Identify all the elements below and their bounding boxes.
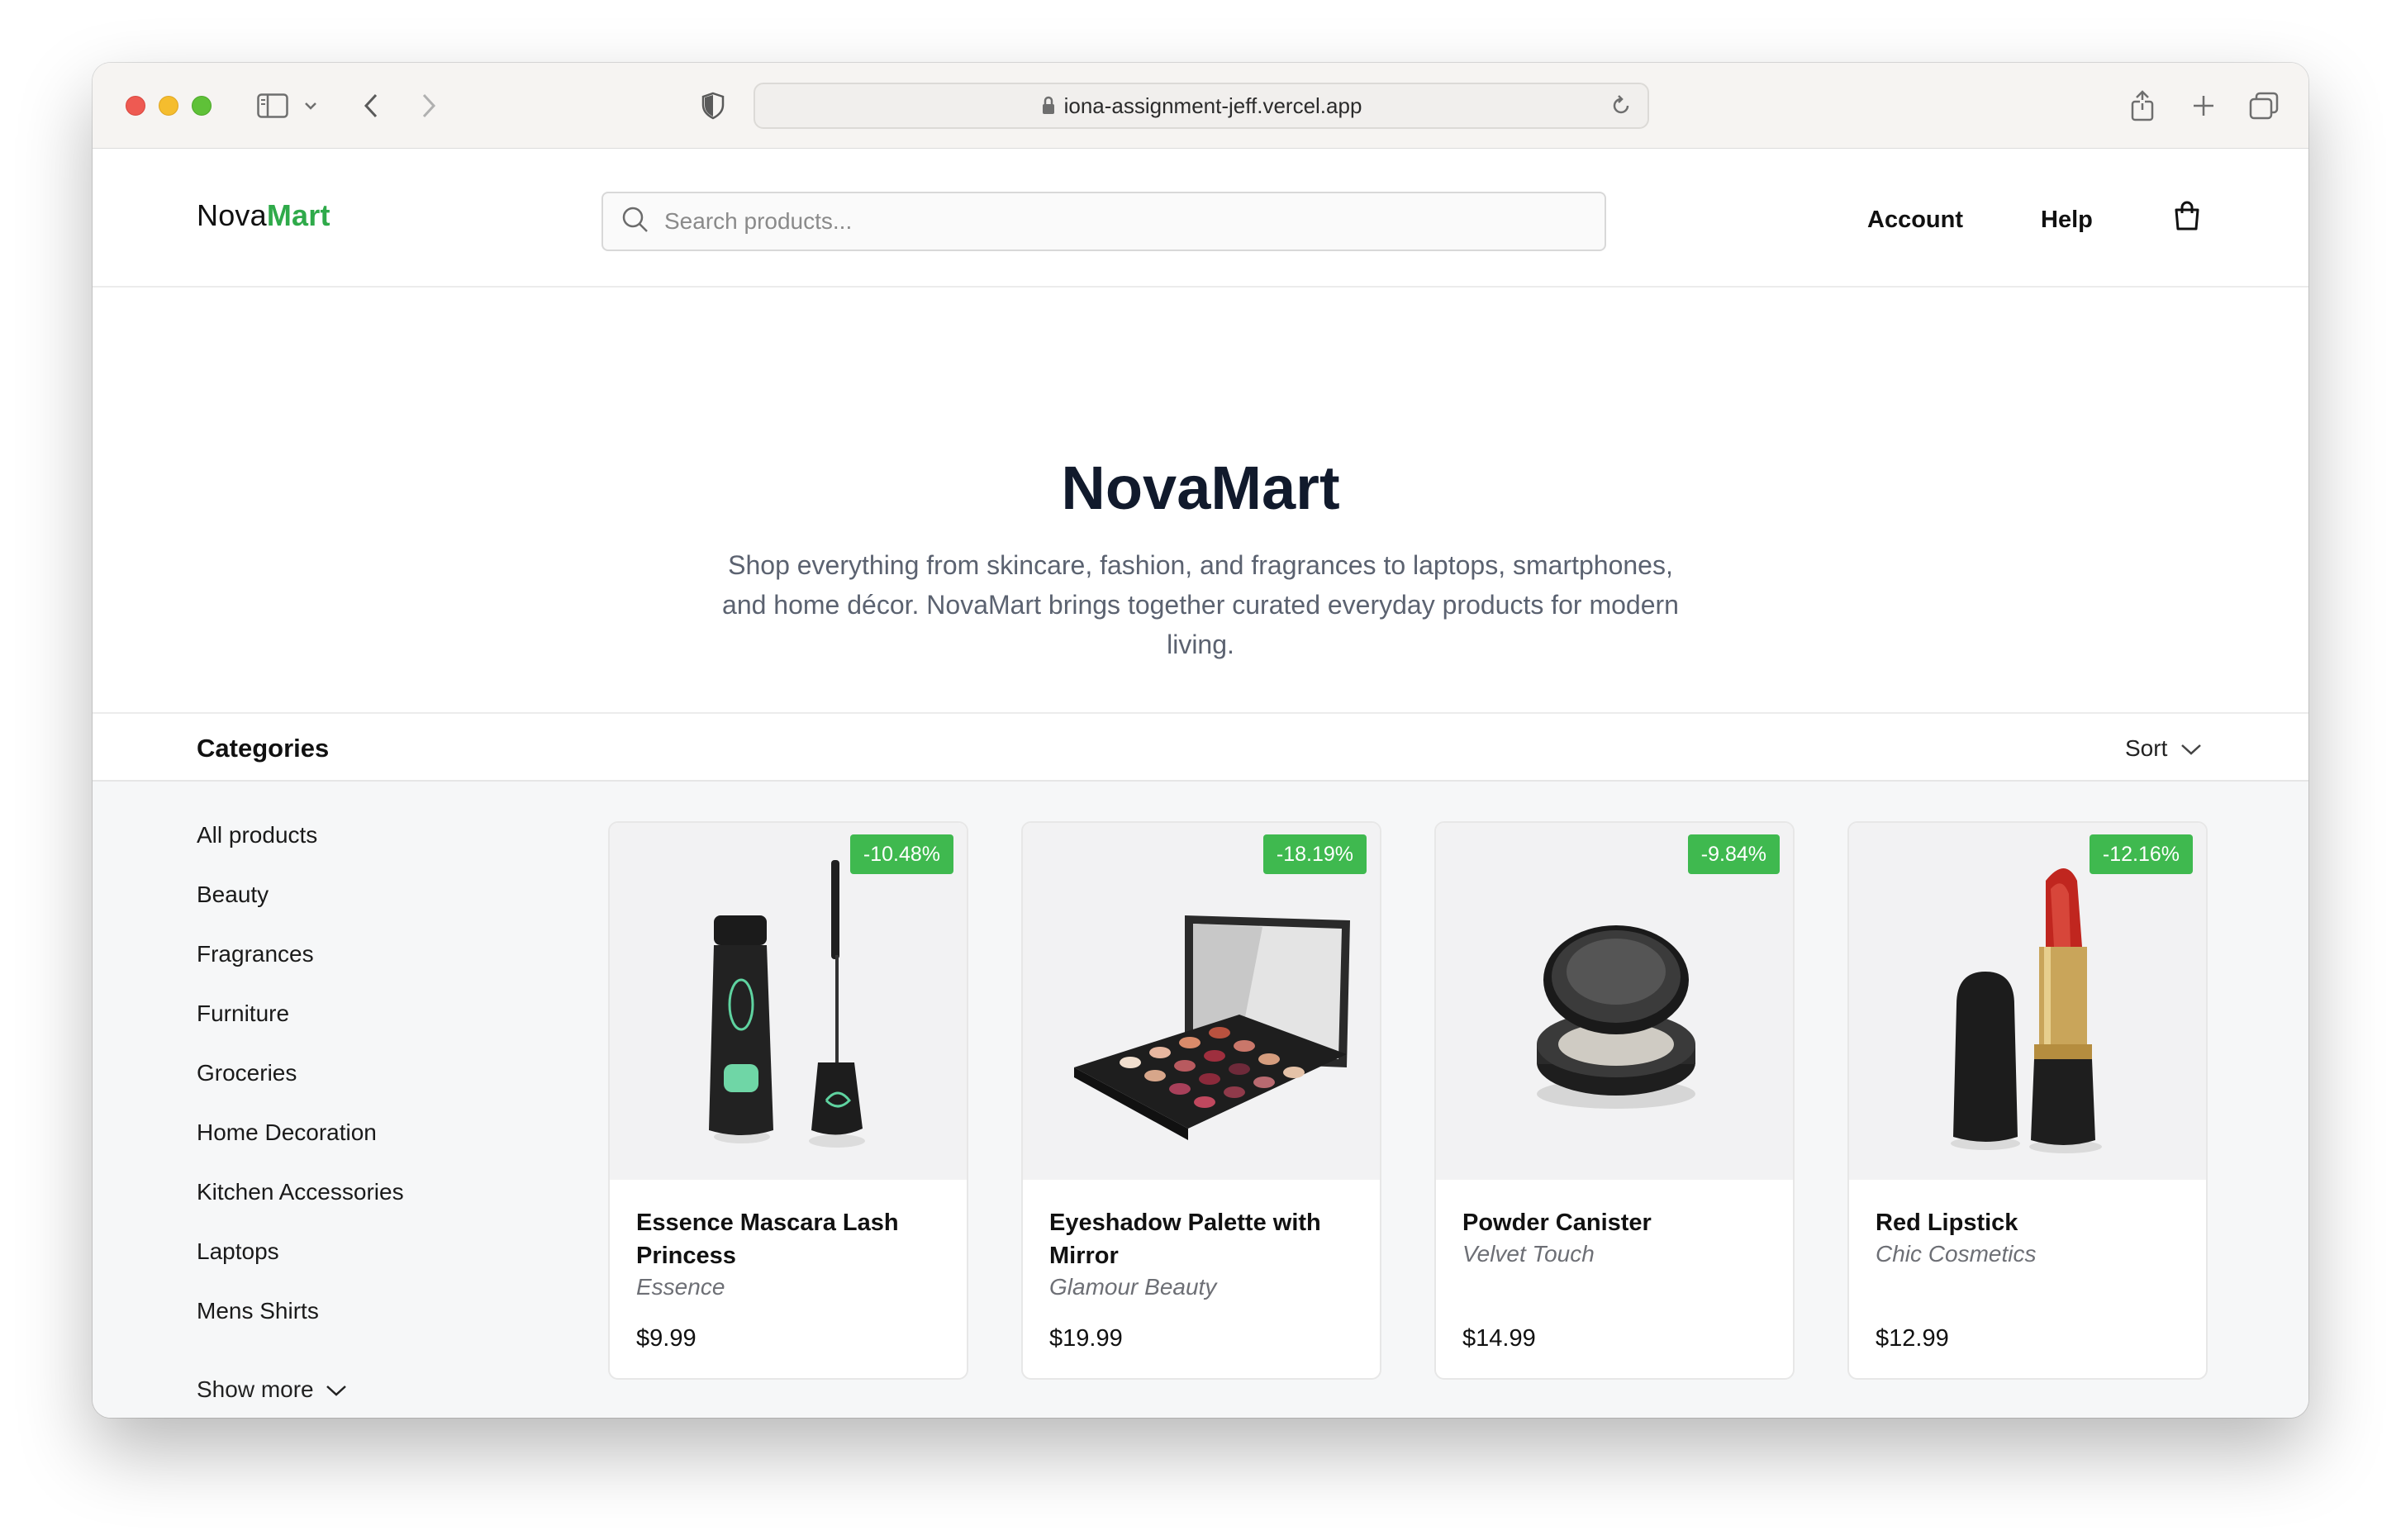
discount-badge: -10.48% xyxy=(849,834,953,874)
product-name[interactable]: Red Lipstick xyxy=(1876,1206,2189,1239)
categories-header: Categories Sort xyxy=(93,712,2308,782)
chevron-down-icon xyxy=(2180,735,2202,762)
category-beauty[interactable]: Beauty xyxy=(197,881,404,940)
product-card[interactable]: -10.48% Essence Mascara Lash Princess Es… xyxy=(608,821,968,1380)
sort-label: Sort xyxy=(2125,735,2168,761)
sidebar-toggle-icon[interactable] xyxy=(254,83,291,129)
discount-badge: -12.16% xyxy=(2089,834,2193,874)
category-kitchen-accessories[interactable]: Kitchen Accessories xyxy=(197,1178,404,1238)
product-image: -12.16% xyxy=(1849,823,2206,1180)
product-price: $14.99 xyxy=(1462,1325,1536,1352)
categories-title: Categories xyxy=(197,734,330,763)
privacy-shield-icon[interactable] xyxy=(699,83,727,129)
reload-icon[interactable] xyxy=(1609,94,1633,117)
site-header: NovaMart Account Help xyxy=(93,149,2308,288)
chevron-down-icon[interactable] xyxy=(302,83,319,129)
zoom-window-button[interactable] xyxy=(192,96,212,116)
forward-arrow-icon[interactable] xyxy=(416,83,441,129)
category-furniture[interactable]: Furniture xyxy=(197,1000,404,1059)
nav-help-link[interactable]: Help xyxy=(2041,207,2093,234)
product-image: -18.19% xyxy=(1023,823,1380,1180)
product-name[interactable]: Powder Canister xyxy=(1462,1206,1776,1239)
product-card[interactable]: -9.84% Powder Canister Velvet Touch $14.… xyxy=(1434,821,1795,1380)
product-price: $19.99 xyxy=(1049,1325,1123,1352)
show-more-button[interactable]: Show more xyxy=(197,1376,347,1403)
share-icon[interactable] xyxy=(2128,83,2156,129)
product-price: $12.99 xyxy=(1876,1325,1949,1352)
chevron-down-icon xyxy=(326,1376,347,1403)
hero-title: NovaMart xyxy=(1061,454,1340,522)
close-window-button[interactable] xyxy=(126,96,145,116)
category-sidebar: All products Beauty Fragrances Furniture… xyxy=(197,821,404,1357)
url-text: iona-assignment-jeff.vercel.app xyxy=(1063,93,1362,118)
minimize-window-button[interactable] xyxy=(159,96,178,116)
product-brand: Chic Cosmetics xyxy=(1876,1241,2037,1267)
back-arrow-icon[interactable] xyxy=(359,83,383,129)
search-icon xyxy=(621,206,649,238)
address-bar[interactable]: iona-assignment-jeff.vercel.app xyxy=(754,83,1649,129)
logo-text-nova: Nova xyxy=(197,198,267,232)
product-name[interactable]: Essence Mascara Lash Princess xyxy=(636,1206,950,1272)
hero-section: NovaMart Shop everything from skincare, … xyxy=(93,288,2308,775)
shopping-bag-icon[interactable] xyxy=(2173,200,2201,235)
logo-text-mart: Mart xyxy=(266,198,330,232)
powder-canister-image xyxy=(1537,925,1695,1109)
lock-icon xyxy=(1041,96,1056,116)
site-logo[interactable]: NovaMart xyxy=(197,198,330,233)
sort-dropdown[interactable]: Sort xyxy=(2125,735,2202,762)
product-price: $9.99 xyxy=(636,1325,697,1352)
product-image: -10.48% xyxy=(610,823,967,1180)
product-brand: Essence xyxy=(636,1274,725,1300)
category-groceries[interactable]: Groceries xyxy=(197,1059,404,1119)
browser-toolbar: iona-assignment-jeff.vercel.app xyxy=(93,63,2308,149)
search-box[interactable] xyxy=(601,192,1606,251)
category-mens-shirts[interactable]: Mens Shirts xyxy=(197,1297,404,1357)
hero-description: Shop everything from skincare, fashion, … xyxy=(722,550,1679,659)
main-content: All products Beauty Fragrances Furniture… xyxy=(93,782,2308,1418)
lipstick-image xyxy=(1951,868,2102,1153)
mascara-image xyxy=(709,860,865,1148)
product-brand: Velvet Touch xyxy=(1462,1241,1595,1267)
tab-overview-icon[interactable] xyxy=(2247,83,2280,129)
category-all-products[interactable]: All products xyxy=(197,821,404,881)
new-tab-plus-icon[interactable] xyxy=(2189,83,2218,129)
product-brand: Glamour Beauty xyxy=(1049,1274,1217,1300)
discount-badge: -9.84% xyxy=(1687,834,1780,874)
product-image: -9.84% xyxy=(1436,823,1793,1180)
category-fragrances[interactable]: Fragrances xyxy=(197,940,404,1000)
product-card[interactable]: -12.16% Red Lipstick Chic Cosmetics $12.… xyxy=(1847,821,2208,1380)
discount-badge: -18.19% xyxy=(1262,834,1367,874)
category-laptops[interactable]: Laptops xyxy=(197,1238,404,1297)
show-more-label: Show more xyxy=(197,1376,314,1402)
eyeshadow-palette-image xyxy=(1074,915,1350,1140)
product-name[interactable]: Eyeshadow Palette with Mirror xyxy=(1049,1206,1363,1272)
category-home-decoration[interactable]: Home Decoration xyxy=(197,1119,404,1178)
nav-account-link[interactable]: Account xyxy=(1867,207,1963,234)
product-card[interactable]: -18.19% Eyeshadow Palette with Mirror Gl… xyxy=(1021,821,1381,1380)
browser-window: iona-assignment-jeff.vercel.app NovaMart… xyxy=(93,63,2308,1418)
search-input[interactable] xyxy=(664,208,1573,235)
